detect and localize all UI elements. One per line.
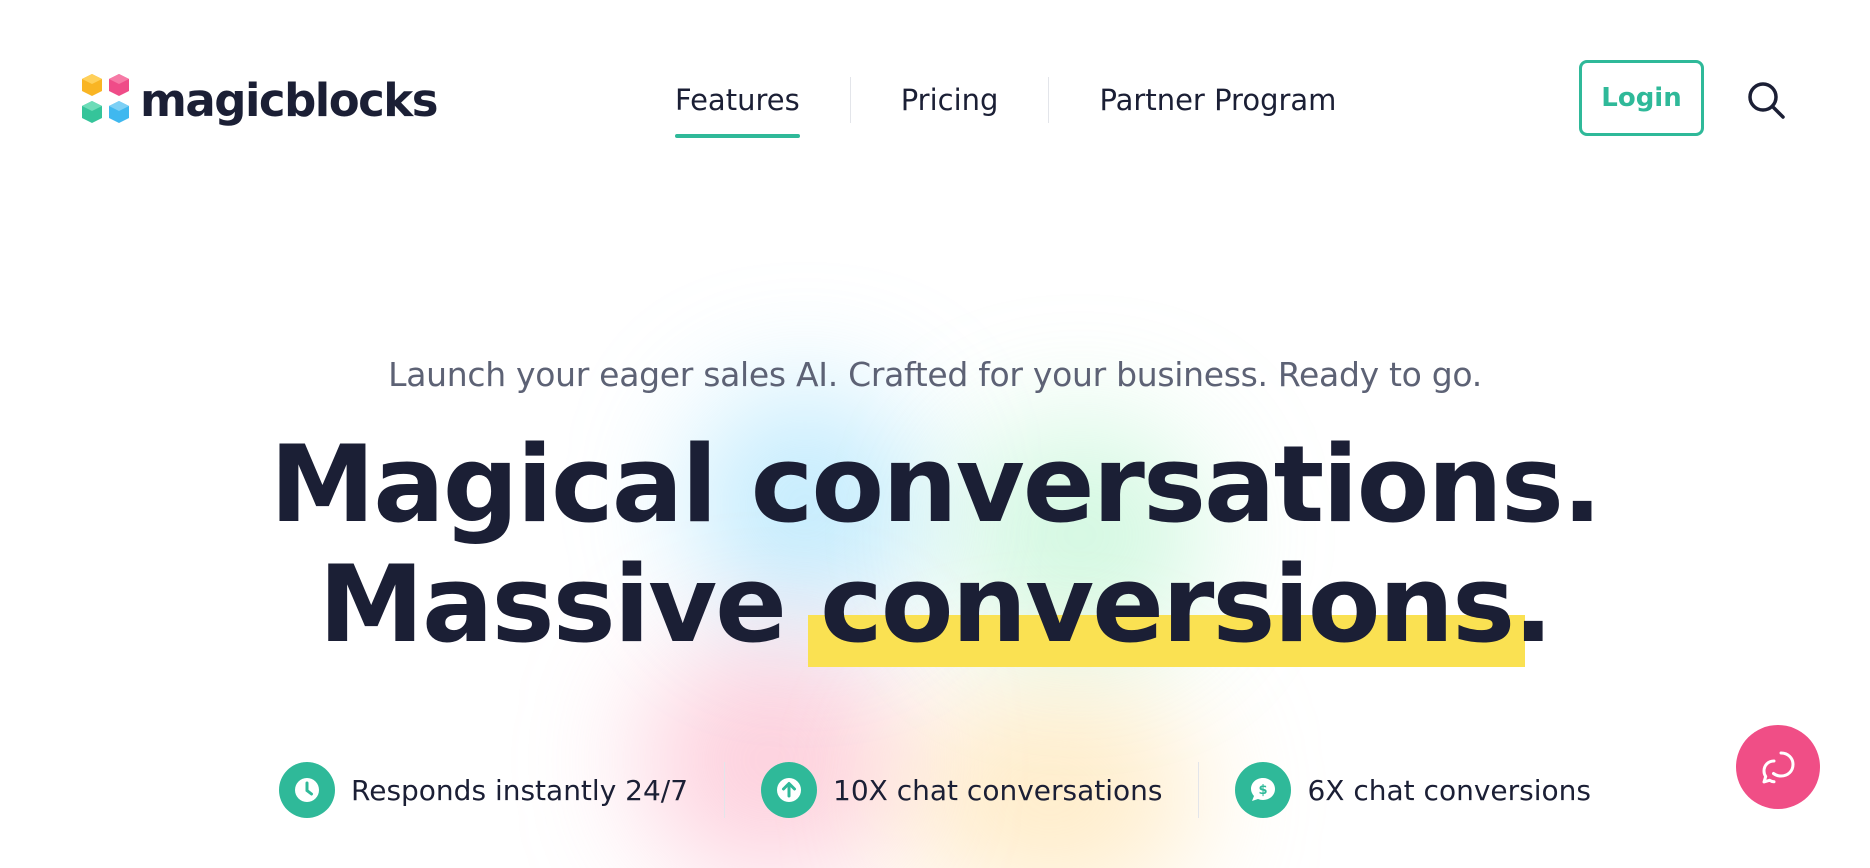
- brand-logo[interactable]: magicblocks: [78, 70, 439, 130]
- hero-subtitle: Launch your eager sales AI. Crafted for …: [388, 355, 1482, 394]
- feature-list: Responds instantly 24/7 10X chat convers…: [0, 760, 1870, 820]
- chat-bubble-icon: [1762, 751, 1795, 784]
- nav-divider: [1048, 77, 1050, 123]
- dollar-chat-icon: $: [1235, 762, 1292, 818]
- decorative-blob: [640, 640, 900, 868]
- chat-widget-button[interactable]: [1736, 725, 1820, 809]
- feature-item: $ 6X chat conversions: [1199, 762, 1627, 818]
- login-button[interactable]: Login: [1579, 60, 1704, 136]
- nav-partner-program[interactable]: Partner Program: [1079, 70, 1356, 130]
- brand-name: magicblocks: [140, 73, 439, 127]
- headline-highlight: conversions: [807, 543, 1526, 667]
- feature-item: Responds instantly 24/7: [243, 762, 724, 818]
- magicblocks-logo-icon: [82, 74, 129, 123]
- headline-period: .: [1513, 543, 1553, 666]
- main-nav: Features Pricing Partner Program: [655, 70, 1356, 138]
- feature-item: 10X chat conversations: [725, 762, 1198, 818]
- nav-features[interactable]: Features: [655, 70, 820, 138]
- nav-divider: [849, 77, 851, 123]
- nav-pricing[interactable]: Pricing: [881, 70, 1019, 130]
- headline-text: Massive: [318, 543, 820, 666]
- page: magicblocks Features Pricing Partner Pro…: [0, 0, 1870, 868]
- feature-label: Responds instantly 24/7: [351, 773, 689, 807]
- hero-headline-line2: Massive conversions.: [0, 543, 1870, 667]
- clock-icon: [279, 762, 336, 818]
- feature-label: 10X chat conversations: [833, 773, 1163, 807]
- svg-text:$: $: [1259, 783, 1268, 798]
- search-icon[interactable]: [1744, 78, 1788, 122]
- feature-label: 6X chat conversions: [1307, 773, 1591, 807]
- hero-headline-line1: Magical conversations.: [269, 423, 1602, 546]
- arrow-up-icon: [761, 762, 818, 818]
